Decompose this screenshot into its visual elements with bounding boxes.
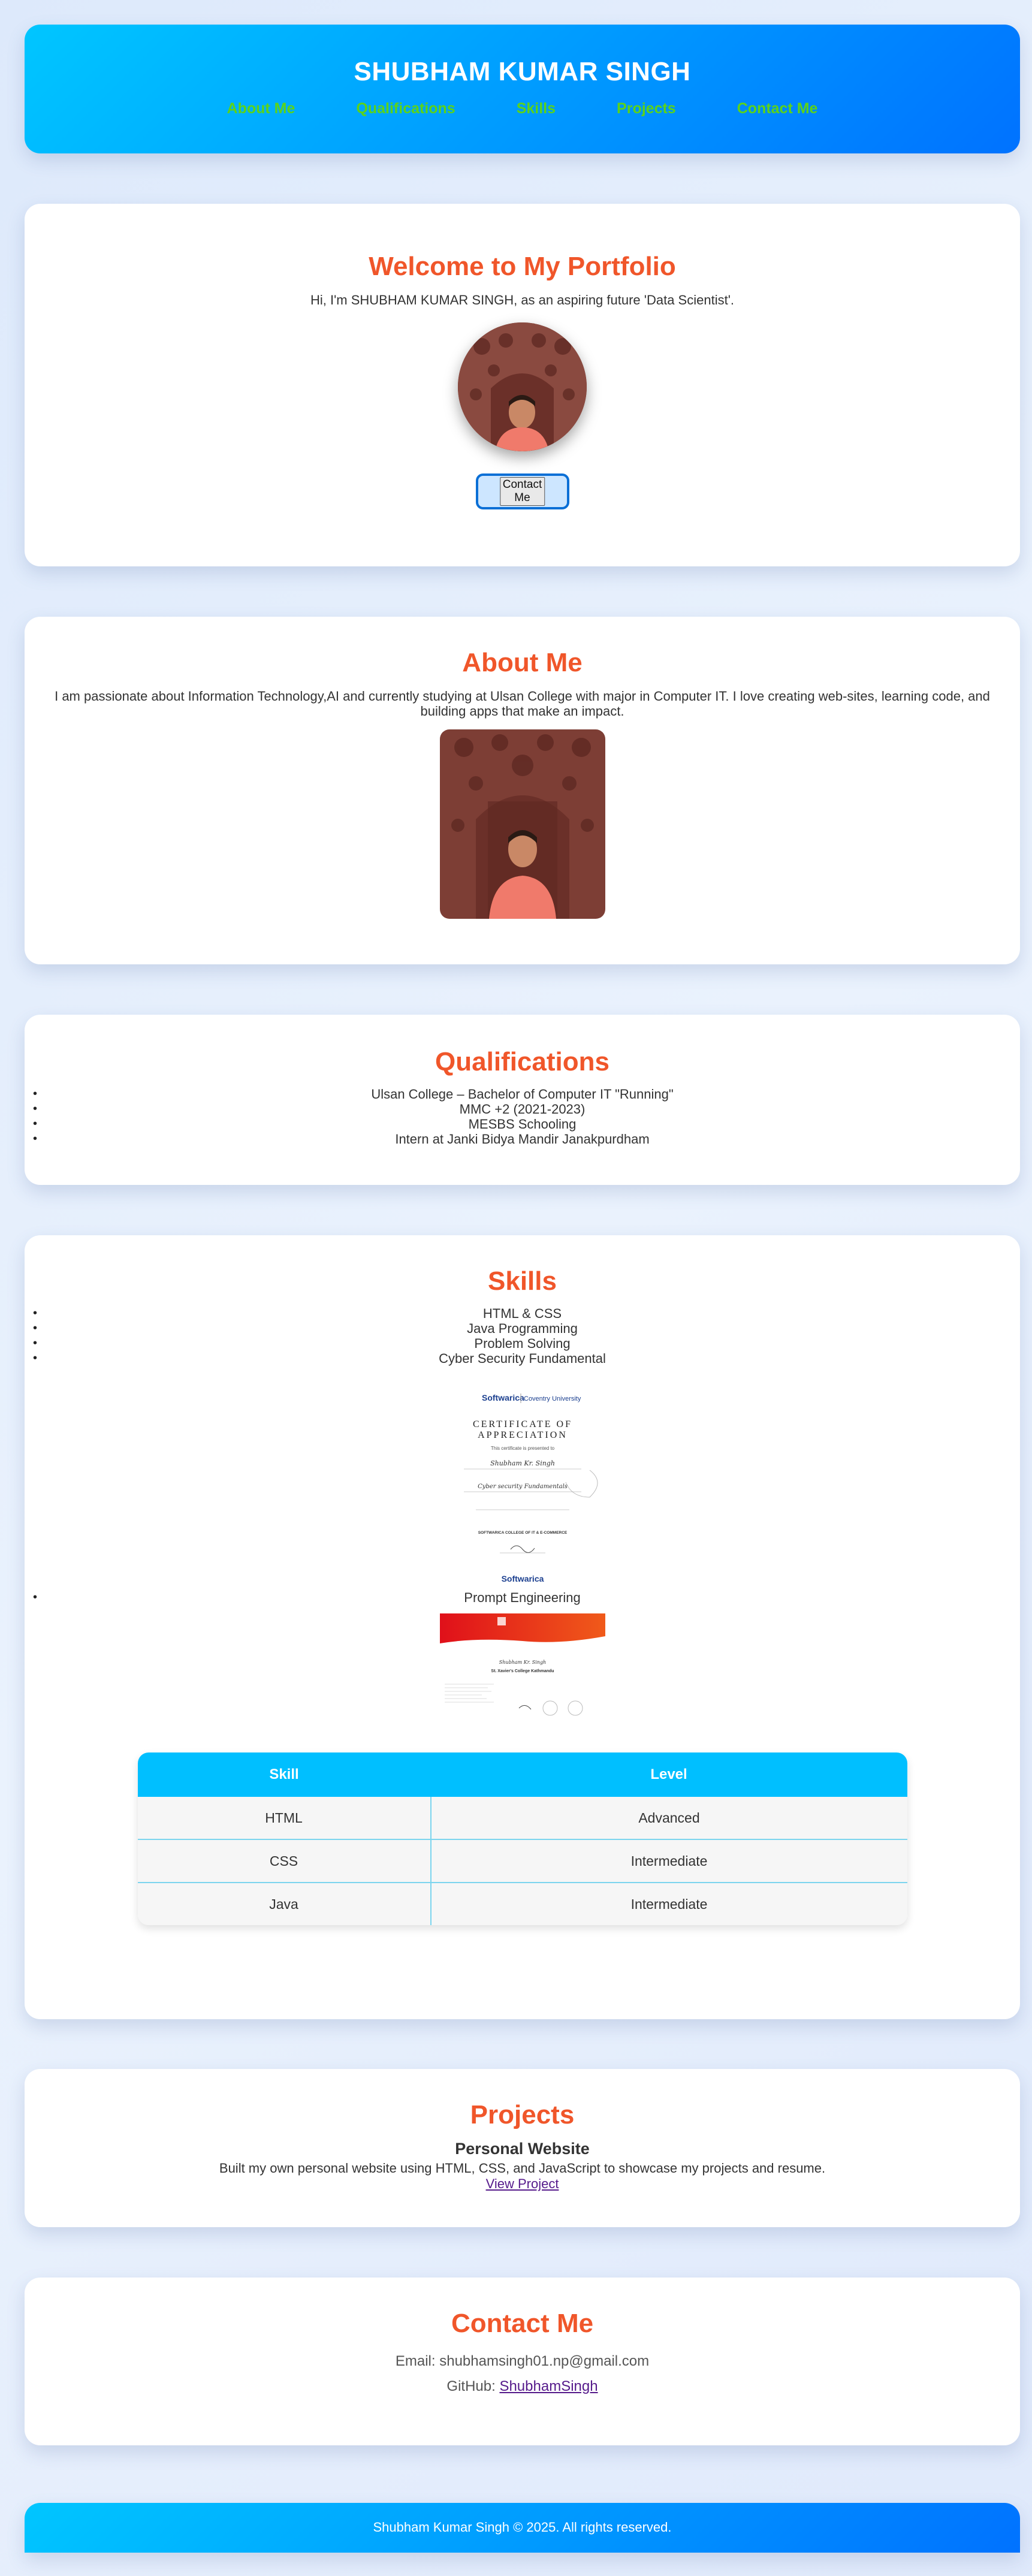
about-image [439,729,605,919]
contact-email: Email: shubhamsingh01.np@gmail.com [395,2353,650,2369]
table-cell: Advanced [430,1797,907,1840]
list-item: Ulsan College – Bachelor of Computer IT … [25,1087,1020,1102]
table-cell: Intermediate [430,1839,907,1883]
prompt-engineering-certificate: Shubham Kr. Singh St. Xavier's College K… [439,1613,605,1721]
cert2-college: St. Xavier's College Kathmandu [491,1669,554,1673]
nav-link-skills[interactable]: Skills [517,100,556,117]
certificate-image: Shubham Kr. Singh St. Xavier's College K… [439,1613,605,1721]
cert-brand: Softwarica [482,1393,524,1402]
site-header: SHUBHAM KUMAR SINGH About Me Qualificati… [25,25,1020,153]
about-photo [439,729,605,919]
profile-photo [458,322,587,451]
contact-me-button[interactable]: Contact Me [475,473,569,509]
list-item: Problem Solving [25,1336,1020,1351]
main-nav: About Me Qualifications Skills Projects … [25,100,1020,117]
skills-section: Skills HTML & CSS Java Programming Probl… [25,1235,1020,2019]
qualifications-section: Qualifications Ulsan College – Bachelor … [25,1015,1020,1185]
nav-link-qualifications[interactable]: Qualifications [356,100,455,117]
project-title: Personal Website [455,2140,590,2158]
list-item: MESBS Schooling [25,1117,1020,1132]
skills-list: HTML & CSS Java Programming Problem Solv… [25,1306,1020,1366]
github-label: GitHub: [446,2378,500,2394]
projects-section: Projects Personal Website Built my own p… [25,2069,1020,2227]
project-description: Built my own personal website using HTML… [219,2161,826,2176]
table-cell: Java [137,1883,431,1925]
table-cell: Intermediate [430,1883,907,1925]
table-row: CSS Intermediate [137,1839,907,1883]
site-title: SHUBHAM KUMAR SINGH [354,57,691,86]
nav-link-projects[interactable]: Projects [617,100,676,117]
site-footer: Shubham Kumar Singh © 2025. All rights r… [25,2503,1020,2553]
contact-github: GitHub: ShubhamSingh [25,2378,1020,2395]
skills-extra-list: Prompt Engineering [25,1590,1020,1605]
about-section: About Me I am passionate about Informati… [25,617,1020,964]
table-header-row: Skill Level [137,1752,907,1797]
profile-avatar [458,322,587,451]
cert-footer: SOFTWARICA COLLEGE OF IT & E-COMMERCE [478,1531,567,1535]
certificate-image: Softwarica Coventry University CERTIFICA… [439,1392,605,1584]
skills-heading: Skills [488,1266,557,1296]
cyber-security-certificate: Softwarica Coventry University CERTIFICA… [439,1392,605,1584]
list-item: MMC +2 (2021-2023) [25,1102,1020,1117]
cert-line: This certificate is presented to [490,1446,554,1451]
list-item: Java Programming [25,1321,1020,1336]
contact-section: Contact Me Email: shubhamsingh01.np@gmai… [25,2278,1020,2445]
cert2-name: Shubham Kr. Singh [499,1660,545,1665]
about-heading: About Me [462,648,583,677]
qualifications-heading: Qualifications [435,1047,609,1076]
skills-table: Skill Level HTML Advanced CSS Intermedia… [137,1752,907,1925]
footer-text: Shubham Kumar Singh © 2025. All rights r… [373,2520,672,2535]
view-project-link[interactable]: View Project [486,2176,559,2191]
nav-link-contact[interactable]: Contact Me [737,100,818,117]
list-item: HTML & CSS [25,1306,1020,1321]
table-cell: HTML [137,1797,431,1840]
list-item: Prompt Engineering [25,1590,1020,1605]
cert-course: Cyber security Fundamentals [478,1483,568,1490]
projects-heading: Projects [470,2100,575,2129]
cert-title-1: CERTIFICATE OF [473,1419,572,1429]
welcome-intro: Hi, I'm SHUBHAM KUMAR SINGH, as an aspir… [310,292,735,307]
table-cell: CSS [137,1839,431,1883]
cert-name: Shubham Kr. Singh [490,1459,555,1467]
list-item: Cyber Security Fundamental [25,1351,1020,1366]
contact-heading: Contact Me [451,2309,594,2338]
welcome-section: Welcome to My Portfolio Hi, I'm SHUBHAM … [25,204,1020,566]
table-row: HTML Advanced [137,1797,907,1840]
nav-link-about[interactable]: About Me [227,100,295,117]
github-link[interactable]: ShubhamSingh [499,2378,598,2394]
list-item: Intern at Janki Bidya Mandir Janakpurdha… [25,1132,1020,1147]
table-row: Java Intermediate [137,1883,907,1925]
table-header-skill: Skill [137,1752,431,1797]
contact-me-button-label: Contact Me [499,477,545,506]
welcome-heading: Welcome to My Portfolio [369,252,676,281]
cert-title-2: APPRECIATION [478,1430,568,1440]
cert-partner: Coventry University [524,1395,581,1402]
qualifications-list: Ulsan College – Bachelor of Computer IT … [25,1087,1020,1147]
table-header-level: Level [430,1752,907,1797]
about-text: I am passionate about Information Techno… [55,689,990,719]
cert-brand-bottom: Softwarica [501,1574,544,1583]
